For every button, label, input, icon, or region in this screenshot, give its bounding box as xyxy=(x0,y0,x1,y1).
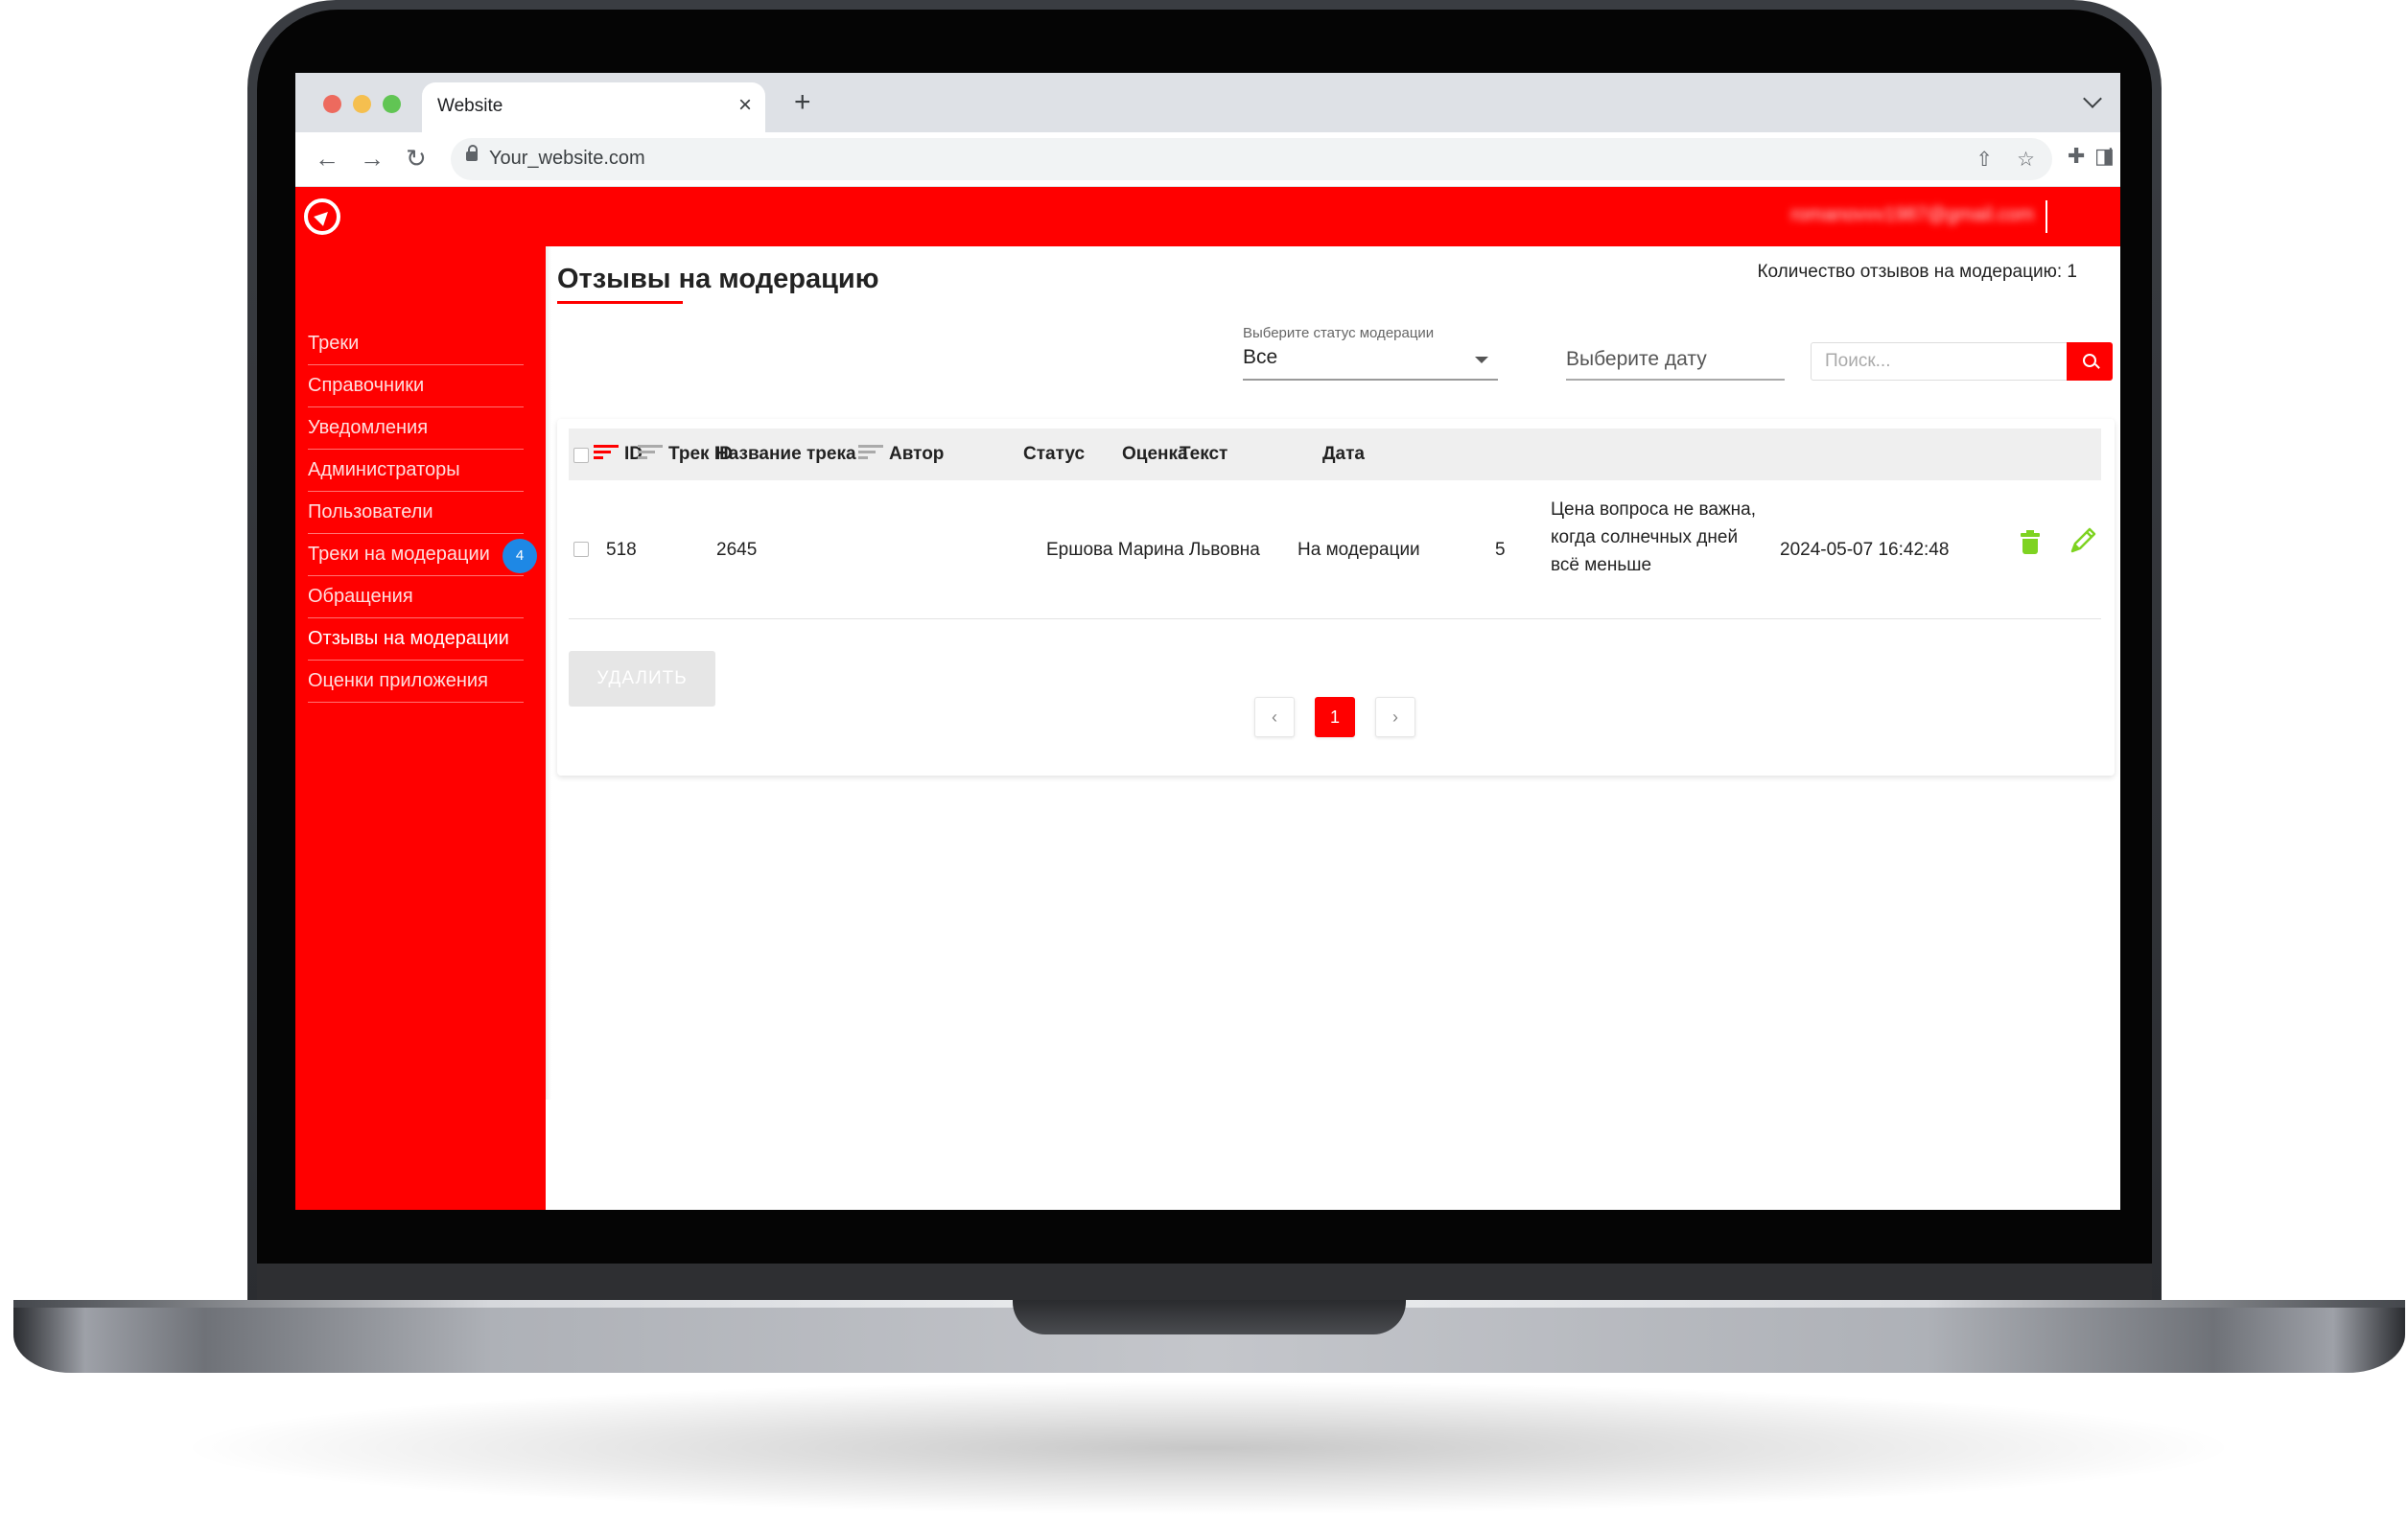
pagination-next-button[interactable]: › xyxy=(1375,697,1415,737)
window-close-button[interactable] xyxy=(323,95,341,113)
pagination-prev-button[interactable]: ‹ xyxy=(1254,697,1295,737)
column-header-date: Дата xyxy=(1322,444,1365,464)
app: romanovvv1987@gmail.com Треки Справочник… xyxy=(295,187,2120,1210)
sidebar-item-label: Уведомления xyxy=(308,417,429,438)
header-divider xyxy=(2046,200,2047,233)
sidebar-item-label: Треки на модерации xyxy=(308,544,490,565)
forward-arrow-icon[interactable]: → xyxy=(360,144,385,173)
lock-icon xyxy=(466,145,478,161)
back-arrow-icon[interactable]: ← xyxy=(315,144,339,173)
cell-author: Ершова Марина Львовна xyxy=(1046,540,1260,560)
trash-can xyxy=(2022,539,2038,554)
column-header-rating: Оценка xyxy=(1122,444,1188,464)
date-placeholder: Выберите дату xyxy=(1566,348,1707,370)
sort-icon xyxy=(858,444,883,460)
column-label: Автор xyxy=(889,444,945,464)
delete-trash-icon[interactable] xyxy=(2020,530,2041,556)
moderation-status-select[interactable]: Выберите статус модерации Все xyxy=(1243,325,1498,383)
reviews-table-card: ID Трек ID Название трека Автор Статус О… xyxy=(557,419,2115,776)
cell-track-id: 2645 xyxy=(716,540,758,560)
trash-lid xyxy=(2021,530,2040,537)
user-email[interactable]: romanovvv1987@gmail.com xyxy=(1790,204,2034,226)
sidebar-item-appeals[interactable]: Обращения xyxy=(308,576,524,618)
content-edge-shadow xyxy=(546,246,551,1100)
url-text: Your_website.com xyxy=(489,148,645,169)
sidebar: Треки Справочники Уведомления Администра… xyxy=(295,246,546,1210)
browser-menu-icon[interactable]: ⋮ xyxy=(2100,144,2120,169)
browser-tab[interactable]: Website × xyxy=(422,82,765,132)
pagination-page-1[interactable]: 1 xyxy=(1315,697,1355,737)
delete-button[interactable]: УДАЛИТЬ xyxy=(569,651,715,707)
sidebar-item-label: Обращения xyxy=(308,586,413,607)
select-all-checkbox[interactable] xyxy=(573,448,589,463)
title-underline xyxy=(557,301,683,304)
cell-id: 518 xyxy=(606,540,637,560)
sidebar-item-app-ratings[interactable]: Оценки приложения xyxy=(308,661,524,703)
logo-arrow xyxy=(314,207,333,226)
status-select-label: Выберите статус модерации xyxy=(1243,325,1435,341)
column-header-status: Статус xyxy=(1023,444,1086,464)
tab-list-chevron-icon[interactable] xyxy=(2083,89,2102,108)
sidebar-item-label: Отзывы на модерации xyxy=(308,628,509,649)
sidebar-item-tracks-moderation[interactable]: Треки на модерации 4 xyxy=(308,534,537,576)
window-zoom-button[interactable] xyxy=(383,95,401,113)
sort-icon xyxy=(638,444,663,460)
sidebar-item-label: Пользователи xyxy=(308,501,433,522)
sidebar-item-directories[interactable]: Справочники xyxy=(308,365,524,407)
sort-active-icon xyxy=(594,444,619,460)
laptop-notch xyxy=(1013,1300,1406,1334)
sidebar-item-notifications[interactable]: Уведомления xyxy=(308,407,524,450)
sidebar-item-label: Оценки приложения xyxy=(308,670,488,691)
column-header-id[interactable]: ID xyxy=(594,429,643,480)
tab-title: Website xyxy=(437,96,503,116)
cell-text: Цена вопроса не важна, когда солнечных д… xyxy=(1551,499,1757,575)
moderation-count-badge: 4 xyxy=(503,539,537,573)
screen: Website × + ← → ↻ Your_website.com ⇧ ☆ ✚… xyxy=(295,73,2120,1210)
sidebar-item-administrators[interactable]: Администраторы xyxy=(308,450,524,492)
sidebar-item-label: Треки xyxy=(308,333,360,354)
column-header-text: Текст xyxy=(1180,444,1228,464)
table-header: ID Трек ID Название трека Автор Статус О… xyxy=(569,429,2101,480)
date-picker-input[interactable]: Выберите дату xyxy=(1566,340,1785,383)
search-input[interactable] xyxy=(1811,342,2068,381)
cell-status: На модерации xyxy=(1298,540,1420,560)
sidebar-item-label: Справочники xyxy=(308,375,425,396)
status-select-value: Все xyxy=(1243,346,1278,368)
table-row: 518 2645 Ершова Марина Львовна На модера… xyxy=(569,480,2101,619)
select-underline xyxy=(1243,379,1498,381)
reload-icon[interactable]: ↻ xyxy=(406,144,427,173)
app-header: romanovvv1987@gmail.com xyxy=(295,187,2120,246)
row-checkbox[interactable] xyxy=(573,542,589,557)
sidebar-item-reviews-moderation[interactable]: Отзывы на модерации xyxy=(308,618,524,661)
window-minimize-button[interactable] xyxy=(353,95,371,113)
column-header-track-name: Название трека xyxy=(715,444,856,464)
search-button[interactable] xyxy=(2067,342,2113,381)
laptop-shadow xyxy=(173,1380,2244,1515)
bookmark-star-icon[interactable]: ☆ xyxy=(2017,148,2035,172)
column-header-author[interactable]: Автор xyxy=(858,429,944,480)
review-count-label: Количество отзывов на модерацию: 1 xyxy=(1757,262,2077,282)
date-underline xyxy=(1566,379,1785,381)
sidebar-item-users[interactable]: Пользователи xyxy=(308,492,524,534)
dropdown-arrow-icon xyxy=(1475,357,1488,363)
address-bar[interactable]: Your_website.com ⇧ ☆ xyxy=(451,138,2052,180)
browser-tab-bar: Website × + xyxy=(295,73,2120,132)
tab-close-icon[interactable]: × xyxy=(738,92,752,119)
cell-rating: 5 xyxy=(1495,540,1506,560)
new-tab-button[interactable]: + xyxy=(794,86,811,119)
cell-date: 2024-05-07 16:42:48 xyxy=(1780,540,1950,560)
extensions-puzzle-icon[interactable]: ✚ xyxy=(2068,144,2085,169)
browser-toolbar: ← → ↻ Your_website.com ⇧ ☆ ✚ ◨ ⋮ xyxy=(295,132,2120,187)
page-title: Отзывы на модерацию xyxy=(557,264,879,294)
search-icon xyxy=(2083,354,2096,367)
sidebar-item-tracks[interactable]: Треки xyxy=(308,323,524,365)
sidebar-item-label: Администраторы xyxy=(308,459,460,480)
compass-logo-icon[interactable] xyxy=(304,198,340,235)
share-icon[interactable]: ⇧ xyxy=(1975,148,1993,172)
edit-pencil-icon[interactable] xyxy=(2067,524,2099,557)
